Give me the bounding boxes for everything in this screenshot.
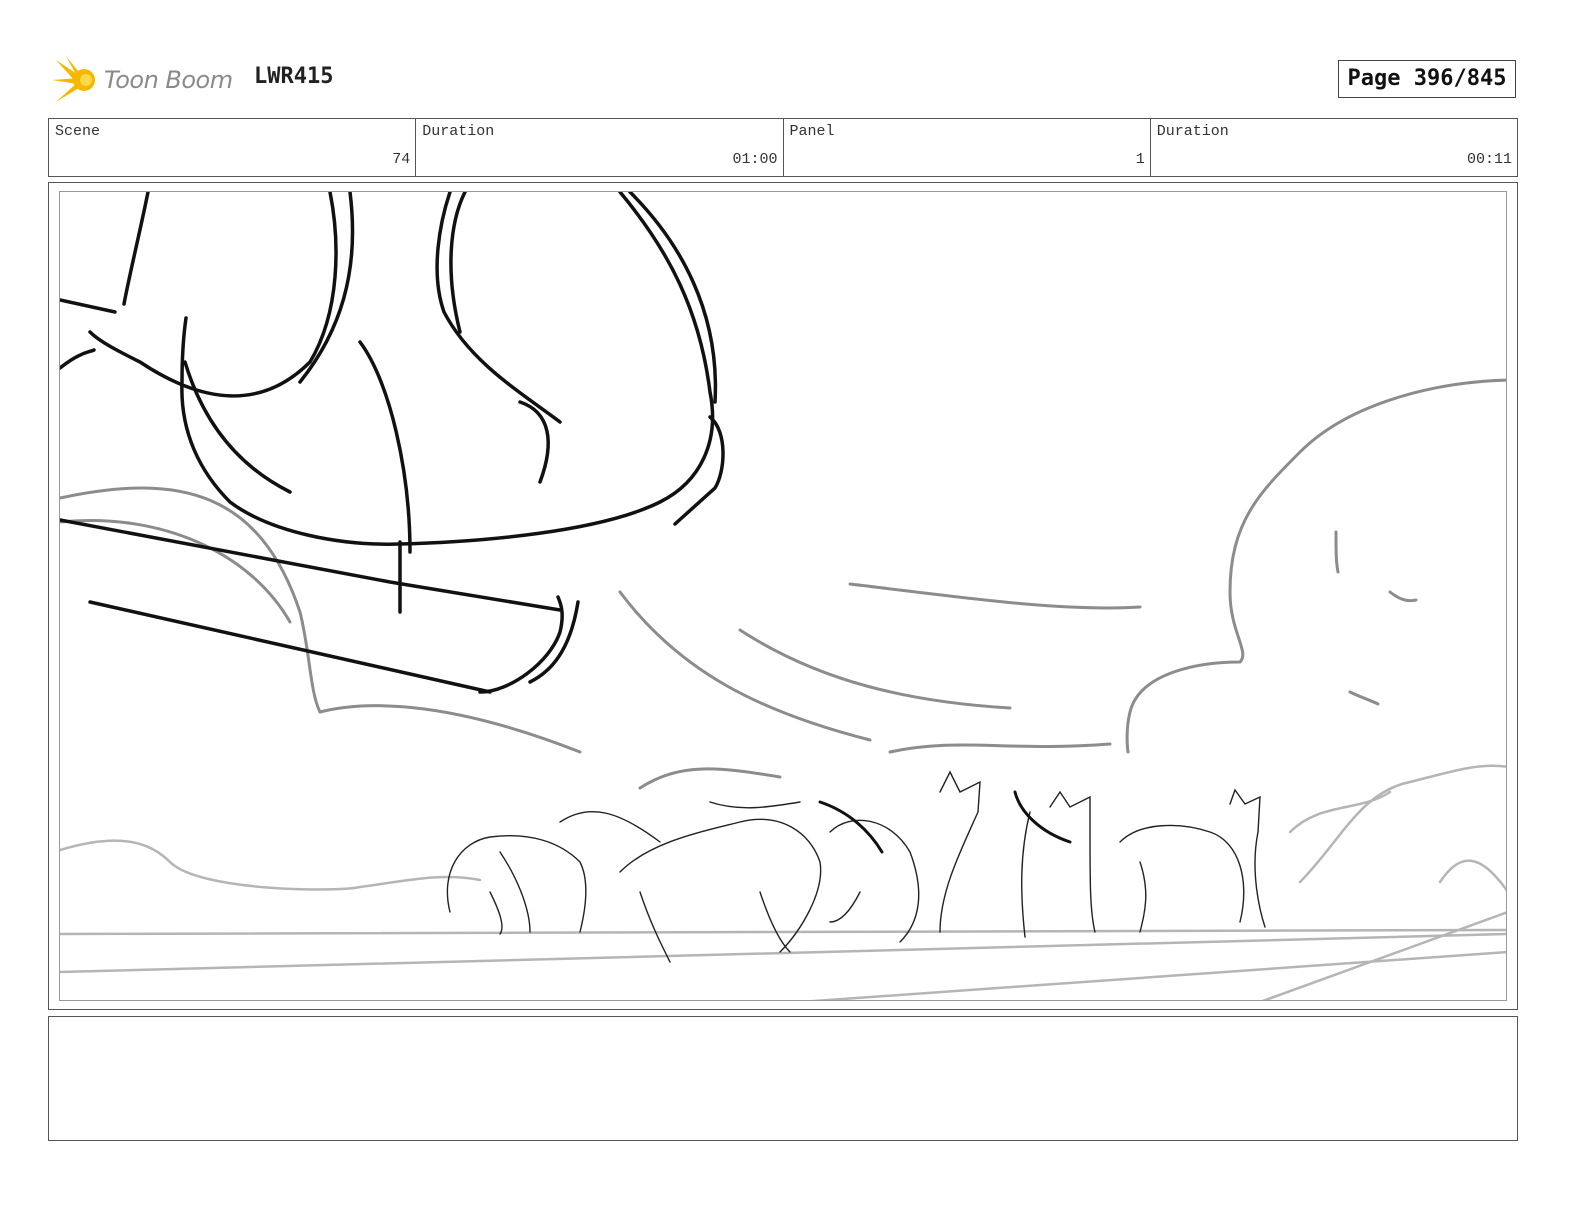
- panel-duration-value: 00:11: [1466, 151, 1512, 168]
- scene-duration-label: Duration: [422, 123, 495, 140]
- storyboard-panel: [48, 182, 1518, 1010]
- scene-label: Scene: [55, 123, 101, 140]
- background-sketch: [60, 764, 1506, 1000]
- scene-duration-cell: Duration 01:00: [416, 119, 784, 176]
- panel-cell: Panel 1: [784, 119, 1151, 176]
- info-bar: Scene 74 Duration 01:00 Panel 1 Duration…: [48, 118, 1518, 177]
- cloud-sketch: [60, 378, 1506, 790]
- scene-duration-value: 01:00: [732, 151, 778, 168]
- panel-notes-box: [48, 1016, 1518, 1141]
- logo-wordmark: Toon Boom: [104, 66, 233, 94]
- sketch-drawing: [60, 192, 1506, 1000]
- panel-duration-label: Duration: [1156, 123, 1229, 140]
- star-burst-icon: [52, 56, 95, 102]
- toon-boom-logo: Toon Boom: [50, 54, 240, 108]
- panel-drawing-area: [59, 191, 1507, 1001]
- animal-accent-strokes: [818, 790, 1072, 854]
- panel-label: Panel: [789, 123, 835, 140]
- panel-duration-cell: Duration 00:11: [1151, 119, 1517, 176]
- scene-cell: Scene 74: [49, 119, 417, 176]
- creature-sketch: [60, 192, 725, 694]
- page-indicator: Page 396/845: [1338, 60, 1516, 98]
- project-code: LWR415: [254, 64, 334, 89]
- panel-value: 1: [1135, 151, 1145, 168]
- scene-value: 74: [392, 151, 411, 168]
